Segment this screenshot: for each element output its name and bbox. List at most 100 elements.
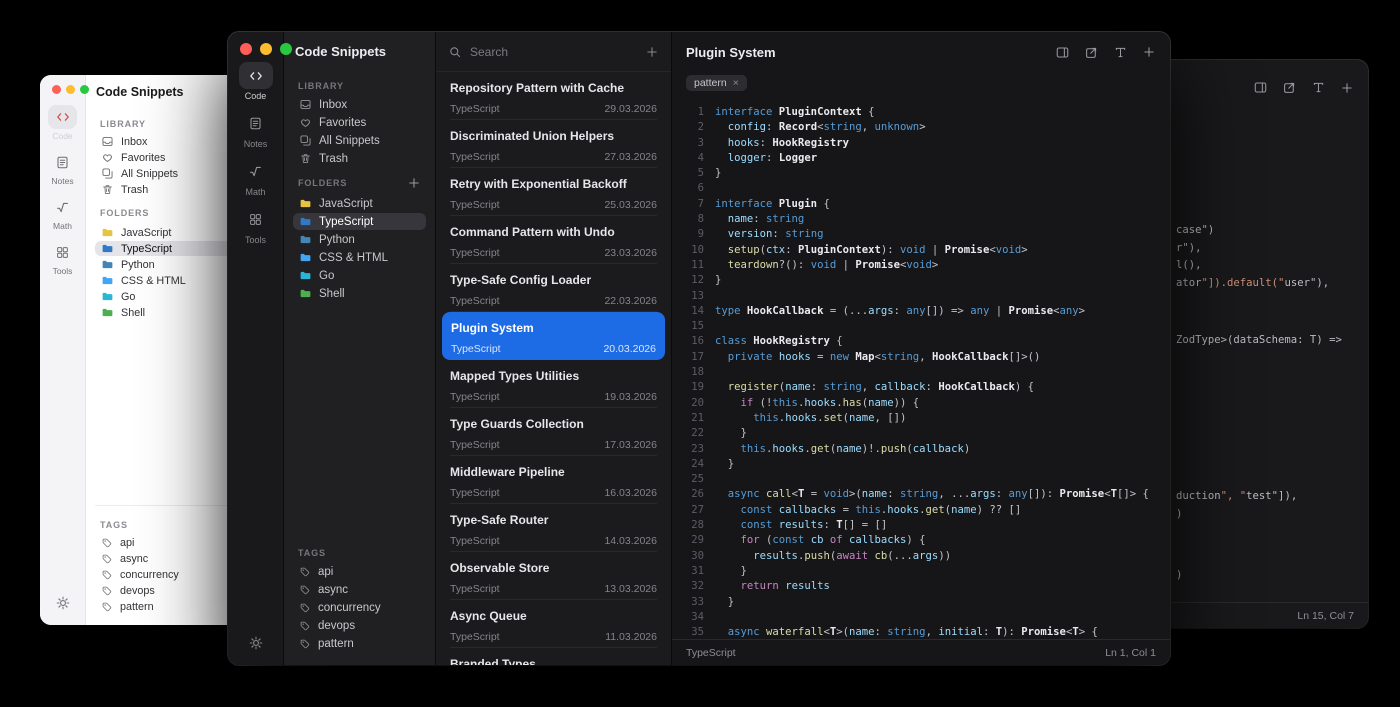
snippet-item[interactable]: Mapped Types UtilitiesTypeScript19.03.20… <box>436 360 671 408</box>
export-icon[interactable] <box>1282 80 1297 95</box>
snippet-date: 11.03.2026 <box>605 631 657 643</box>
rail-item-math[interactable]: Math <box>48 195 77 231</box>
folder-item-typescript[interactable]: TypeScript <box>95 241 247 256</box>
settings-gear-icon[interactable] <box>248 635 264 651</box>
rail-item-notes[interactable]: Notes <box>48 150 77 186</box>
snippet-item[interactable]: Branded Types <box>436 648 671 665</box>
plus-icon[interactable] <box>1340 80 1354 95</box>
minimize-button[interactable] <box>66 85 75 94</box>
snippet-item[interactable]: Discriminated Union HelpersTypeScript27.… <box>436 120 671 168</box>
snippet-title: Discriminated Union Helpers <box>450 129 657 143</box>
snippet-item[interactable]: Middleware PipelineTypeScript16.03.2026 <box>436 456 671 504</box>
rail-item-tools[interactable]: Tools <box>48 240 77 276</box>
snippet-item[interactable]: Plugin SystemTypeScript20.03.2026 <box>442 312 665 360</box>
snippet-item[interactable]: Repository Pattern with CacheTypeScript2… <box>436 72 671 120</box>
line-number: 1 <box>684 105 704 120</box>
folder-item-python[interactable]: Python <box>293 231 426 248</box>
code-line-text: for (const cb of callbacks) { <box>715 533 926 548</box>
editor-pane: Plugin System pattern × 1interface Plugi… <box>672 32 1170 665</box>
snippet-item[interactable]: Type-Safe Config LoaderTypeScript22.03.2… <box>436 264 671 312</box>
tag-item-concurrency[interactable]: concurrency <box>95 567 247 582</box>
minimize-button[interactable] <box>260 43 272 55</box>
tag-item-pattern[interactable]: pattern <box>95 599 247 614</box>
snippet-item[interactable]: Type Guards CollectionTypeScript17.03.20… <box>436 408 671 456</box>
tag-item-pattern[interactable]: pattern <box>293 635 426 652</box>
snippet-item[interactable]: Observable StoreTypeScript13.03.2026 <box>436 552 671 600</box>
folder-item-python[interactable]: Python <box>95 257 247 272</box>
new-snippet-button[interactable] <box>645 45 659 59</box>
sidebar-item-inbox[interactable]: Inbox <box>95 134 247 149</box>
rail-item-code[interactable]: Code <box>48 105 77 141</box>
folder-item-label: TypeScript <box>319 216 373 228</box>
tag-item-devops[interactable]: devops <box>293 617 426 634</box>
code-editor[interactable]: 1interface PluginContext {2 config: Reco… <box>672 98 1170 639</box>
tag-item-async[interactable]: async <box>293 581 426 598</box>
rail-item-math[interactable]: Math <box>239 158 273 197</box>
folder-item-go[interactable]: Go <box>95 289 247 304</box>
folder-item-shell[interactable]: Shell <box>293 285 426 302</box>
add-folder-button[interactable] <box>407 176 421 190</box>
snippets-icon <box>101 167 114 180</box>
code-line: 27 const callbacks = this.hooks.get(name… <box>684 503 1170 518</box>
plus-icon[interactable] <box>1142 45 1156 59</box>
sidebar-item-trash[interactable]: Trash <box>293 150 426 167</box>
tag-item-api[interactable]: api <box>293 563 426 580</box>
library-section-text: LIBRARY <box>100 119 146 129</box>
language-indicator: TypeScript <box>686 647 736 659</box>
search-bar: Search <box>436 32 671 72</box>
trash-icon <box>299 152 312 165</box>
rail-item-tools[interactable]: Tools <box>239 206 273 245</box>
snippet-language: TypeScript <box>450 487 500 499</box>
sidebar-item-label: Favorites <box>121 152 165 164</box>
library-list: Inbox Favorites All SnippetsTrash <box>95 134 247 198</box>
code-fragment: r"), <box>1176 242 1202 254</box>
folder-item-javascript[interactable]: JavaScript <box>95 225 247 240</box>
folder-item-go[interactable]: Go <box>293 267 426 284</box>
folder-item-shell[interactable]: Shell <box>95 305 247 320</box>
code-line-text: hooks: HookRegistry <box>715 136 849 151</box>
zoom-button[interactable] <box>280 43 292 55</box>
tag-item-devops[interactable]: devops <box>95 583 247 598</box>
search-input[interactable]: Search <box>470 45 637 59</box>
code-line: 10 setup(ctx: PluginContext): void | Pro… <box>684 243 1170 258</box>
folder-icon <box>299 233 312 246</box>
code-line: 33 } <box>684 595 1170 610</box>
folder-item-css-html[interactable]: CSS & HTML <box>95 273 247 288</box>
tag-chip[interactable]: pattern × <box>686 75 747 91</box>
zoom-button[interactable] <box>80 85 89 94</box>
folder-item-javascript[interactable]: JavaScript <box>293 195 426 212</box>
code-line: 11 teardown?(): void | Promise<void> <box>684 258 1170 273</box>
sidebar-item-inbox[interactable]: Inbox <box>293 96 426 113</box>
panel-icon[interactable] <box>1055 45 1070 60</box>
code-line-text: async waterfall<T>(name: string, initial… <box>715 625 1098 639</box>
remove-tag-icon[interactable]: × <box>733 77 739 89</box>
snippet-item[interactable]: Async QueueTypeScript11.03.2026 <box>436 600 671 648</box>
text-format-icon[interactable] <box>1311 80 1326 95</box>
rail-item-notes[interactable]: Notes <box>239 110 273 149</box>
line-number: 5 <box>684 166 704 181</box>
snippet-item[interactable]: Command Pattern with UndoTypeScript23.03… <box>436 216 671 264</box>
export-icon[interactable] <box>1084 45 1099 60</box>
code-line-text: } <box>715 457 734 472</box>
sidebar-item-favorites[interactable]: Favorites <box>293 114 426 131</box>
text-format-icon[interactable] <box>1113 45 1128 60</box>
snippet-date: 17.03.2026 <box>604 439 657 451</box>
tag-item-concurrency[interactable]: concurrency <box>293 599 426 616</box>
snippet-language: TypeScript <box>450 439 500 451</box>
close-button[interactable] <box>52 85 61 94</box>
tag-item-api[interactable]: api <box>95 535 247 550</box>
settings-gear-icon[interactable] <box>55 595 71 611</box>
tag-item-async[interactable]: async <box>95 551 247 566</box>
folder-item-typescript[interactable]: TypeScript <box>293 213 426 230</box>
rail-item-code[interactable]: Code <box>239 62 273 101</box>
snippet-title: Mapped Types Utilities <box>450 369 657 383</box>
snippet-item[interactable]: Type-Safe RouterTypeScript14.03.2026 <box>436 504 671 552</box>
panel-icon[interactable] <box>1253 80 1268 95</box>
sidebar-item-all-snippets[interactable]: All Snippets <box>95 166 247 181</box>
sidebar-item-favorites[interactable]: Favorites <box>95 150 247 165</box>
sidebar-item-trash[interactable]: Trash <box>95 182 247 197</box>
sidebar-item-all-snippets[interactable]: All Snippets <box>293 132 426 149</box>
close-button[interactable] <box>240 43 252 55</box>
snippet-item[interactable]: Retry with Exponential BackoffTypeScript… <box>436 168 671 216</box>
folder-item-css-html[interactable]: CSS & HTML <box>293 249 426 266</box>
